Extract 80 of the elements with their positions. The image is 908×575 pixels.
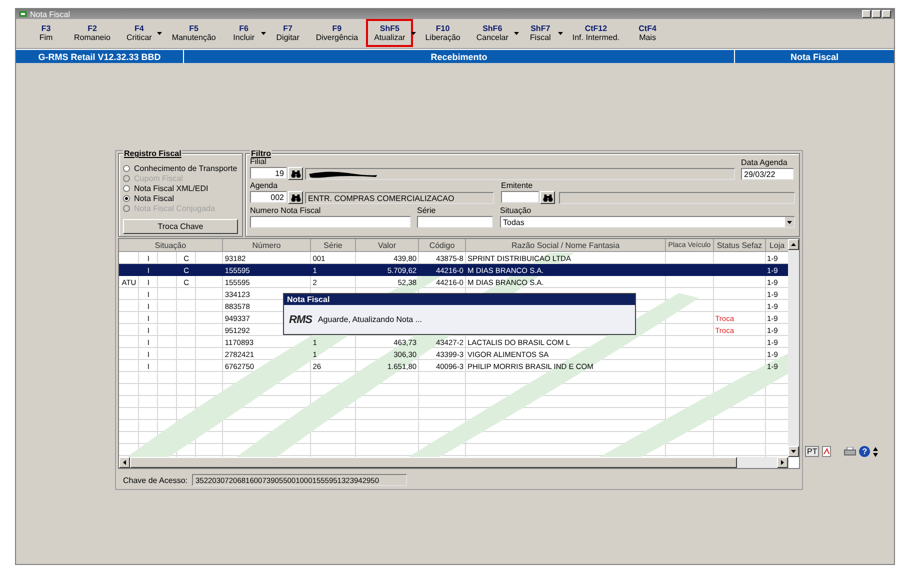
- serie-field[interactable]: [417, 216, 493, 228]
- version-label: G-RMS Retail V12.32.33 BBD: [16, 50, 184, 63]
- app-icon: [19, 10, 27, 18]
- emitente-field[interactable]: [501, 191, 539, 203]
- troca-chave-button[interactable]: Troca Chave: [123, 219, 238, 234]
- search-lookup-button[interactable]: [540, 191, 555, 204]
- toolbar-button[interactable]: F10 Liberação: [417, 19, 468, 47]
- binoculars-icon: [542, 194, 552, 202]
- restore-button[interactable]: [872, 10, 881, 18]
- data-agenda-field[interactable]: 29/03/22: [741, 168, 794, 180]
- field-label: Chave de Acesso:: [123, 476, 188, 485]
- radio-label: Nota Fiscal XML/EDI: [134, 184, 208, 193]
- radio-button[interactable]: [123, 195, 130, 202]
- language-button[interactable]: PT: [805, 446, 820, 457]
- dialog-title: Nota Fiscal: [284, 294, 635, 305]
- column-header[interactable]: Situação: [119, 239, 223, 252]
- field-label: Data Agenda: [741, 158, 788, 167]
- redaction-mark: [308, 170, 378, 178]
- group-title: Filtro: [250, 149, 272, 158]
- column-header[interactable]: Número: [223, 239, 311, 252]
- column-header[interactable]: Razão Social / Nome Fantasia: [466, 239, 666, 252]
- caret-icon: [787, 220, 792, 224]
- agenda-description-field: ENTR. COMPRAS COMERCIALIZACAO: [305, 192, 494, 204]
- column-header[interactable]: Série: [311, 239, 356, 252]
- caret-icon[interactable]: [514, 32, 519, 35]
- up-arrow-icon: [791, 243, 796, 246]
- minimize-button[interactable]: [862, 10, 871, 18]
- toolbar-button[interactable]: ShF5 Atualizar: [366, 19, 414, 47]
- caret-icon[interactable]: [261, 32, 266, 35]
- scroll-arrows-icon[interactable]: [873, 446, 878, 456]
- group-title: Registro Fiscal: [123, 149, 182, 158]
- window-title: Nota Fiscal: [30, 10, 70, 18]
- field-label: Situação: [500, 206, 532, 215]
- column-header[interactable]: Status Sefaz: [714, 239, 766, 252]
- toolbar-button[interactable]: F3 Fim: [26, 19, 66, 47]
- toolbar-button[interactable]: F2 Romaneio: [66, 19, 118, 47]
- filial-field[interactable]: 19: [250, 167, 287, 179]
- radio-label: Nota Fiscal: [134, 194, 174, 203]
- binoculars-icon: [290, 170, 300, 178]
- left-arrow-icon: [123, 460, 126, 466]
- field-label: Agenda: [250, 181, 279, 190]
- toolbar-button[interactable]: F5 Manutenção: [164, 19, 224, 47]
- field-label: Emitente: [501, 181, 534, 190]
- printer-icon[interactable]: [844, 446, 856, 456]
- pdf-icon[interactable]: [822, 446, 832, 457]
- caret-icon[interactable]: [157, 32, 162, 35]
- logo-text: RMS: [289, 314, 312, 326]
- radio-button[interactable]: [123, 165, 130, 172]
- screen-label: Nota Fiscal: [789, 50, 840, 63]
- toolbar-button[interactable]: F4 Criticar: [118, 19, 160, 47]
- field-label: Numero Nota Fiscal: [250, 206, 322, 215]
- right-arrow-icon: [781, 460, 784, 466]
- toolbar-button[interactable]: ShF6 Cancelar: [468, 19, 516, 47]
- column-header[interactable]: Valor: [356, 239, 419, 252]
- radio-label: Conhecimento de Transporte: [134, 164, 238, 173]
- field-label: Série: [417, 206, 437, 215]
- search-lookup-button[interactable]: [288, 191, 303, 204]
- toolbar-button[interactable]: F7 Digitar: [268, 19, 308, 47]
- caret-icon[interactable]: [410, 32, 416, 35]
- toolbar-button[interactable]: F6 Incluir: [224, 19, 264, 47]
- toolbar-button[interactable]: CtF4 Mais: [628, 19, 668, 47]
- search-lookup-button[interactable]: [288, 167, 303, 180]
- numero-nota-field[interactable]: [250, 216, 411, 228]
- column-header[interactable]: Código: [419, 239, 466, 252]
- caret-icon[interactable]: [558, 32, 563, 35]
- horizontal-scrollbar[interactable]: [119, 457, 788, 468]
- toolbar-button[interactable]: F9 Divergência: [308, 19, 366, 47]
- toolbar-button[interactable]: ShF7 Fiscal: [520, 19, 560, 47]
- situacao-dropdown[interactable]: Todas: [500, 216, 795, 228]
- dialog-message: Aguarde, Atualizando Nota ...: [318, 315, 422, 324]
- help-button[interactable]: ?: [859, 446, 870, 457]
- agenda-field[interactable]: 002: [250, 191, 287, 203]
- field-label: Filial: [250, 157, 268, 166]
- down-arrow-icon: [791, 450, 796, 454]
- binoculars-icon: [290, 194, 300, 202]
- vertical-scrollbar[interactable]: [788, 239, 799, 458]
- module-label: Recebimento: [184, 50, 735, 63]
- toolbar-button[interactable]: CtF12 Inf. Intermed.: [564, 19, 628, 47]
- close-button[interactable]: [882, 10, 891, 18]
- radio-button[interactable]: [123, 185, 130, 192]
